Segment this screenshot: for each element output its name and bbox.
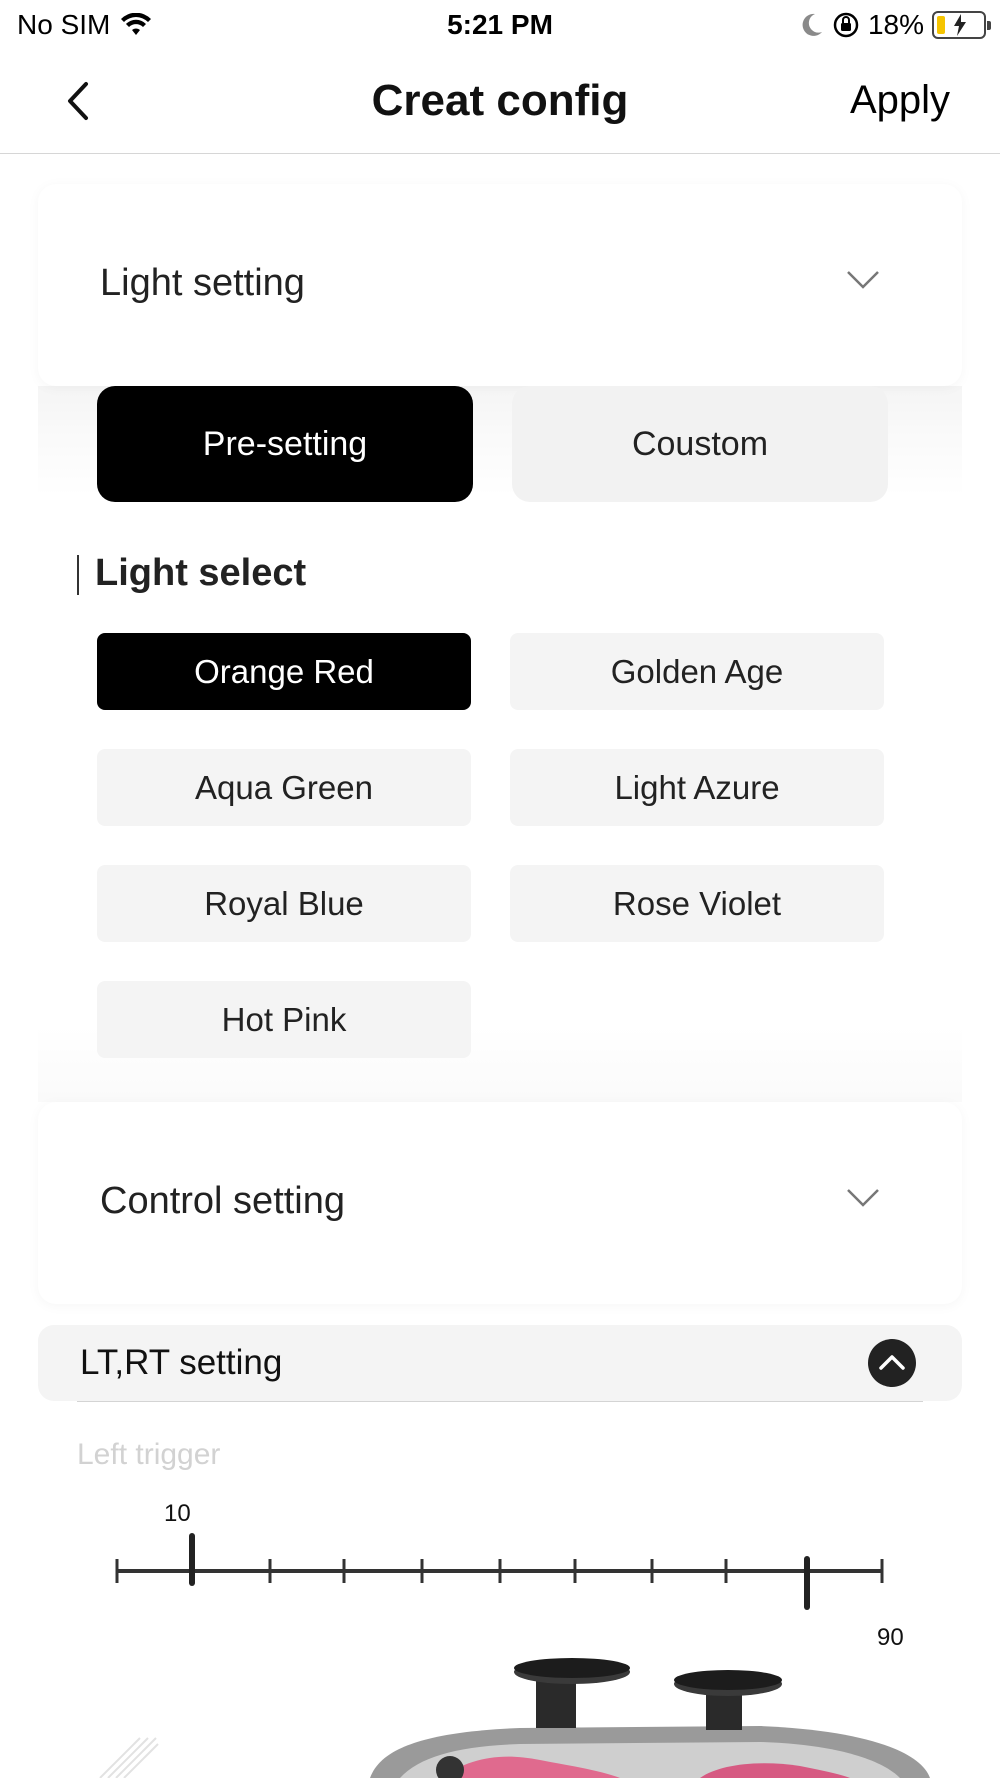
moon-icon — [802, 13, 822, 36]
chevron-up-icon — [879, 1355, 905, 1370]
status-bar: No SIM 5:21 PM 18% — [0, 0, 1000, 50]
chevron-down-icon — [847, 271, 879, 289]
color-option-hot-pink[interactable]: Hot Pink — [97, 981, 471, 1058]
battery-fill — [937, 16, 945, 34]
orientation-lock-icon — [833, 12, 859, 38]
color-option-royal-blue[interactable]: Royal Blue — [97, 865, 471, 942]
ltrt-setting-header[interactable]: LT,RT setting — [38, 1325, 962, 1401]
apply-button[interactable]: Apply — [850, 78, 950, 123]
controller-image — [0, 1640, 1000, 1778]
color-option-golden-age[interactable]: Golden Age — [510, 633, 884, 710]
bolt-icon — [954, 14, 966, 36]
chevron-down-icon — [847, 1189, 879, 1207]
nav-bar: Creat config Apply — [0, 50, 1000, 154]
color-option-rose-violet[interactable]: Rose Violet — [510, 865, 884, 942]
slider-min-value: 10 — [164, 1500, 191, 1527]
collapse-button[interactable] — [868, 1339, 916, 1387]
divider — [77, 1401, 923, 1402]
slider-track — [115, 1533, 884, 1610]
light-setting-header[interactable]: Light setting — [38, 184, 962, 386]
battery-percent: 18% — [867, 9, 924, 40]
ltrt-setting-title: LT,RT setting — [80, 1343, 283, 1382]
left-trigger-label: Left trigger — [77, 1438, 221, 1471]
color-option-orange-red[interactable]: Orange Red — [97, 633, 471, 710]
color-option-aqua-green[interactable]: Aqua Green — [97, 749, 471, 826]
left-trigger-range-slider[interactable]: 10 90 — [0, 1500, 1000, 1660]
control-setting-header[interactable]: Control setting — [38, 1102, 962, 1304]
pre-setting-button[interactable]: Pre-setting — [97, 386, 473, 502]
status-right: 18% — [800, 9, 991, 41]
battery-charging-icon — [932, 11, 991, 39]
light-select-title: Light select — [95, 552, 307, 594]
color-option-light-azure[interactable]: Light Azure — [510, 749, 884, 826]
control-setting-title: Control setting — [100, 1180, 346, 1222]
light-setting-title: Light setting — [100, 262, 305, 304]
light-select-marker — [77, 555, 79, 595]
custom-button[interactable]: Coustom — [512, 386, 888, 502]
